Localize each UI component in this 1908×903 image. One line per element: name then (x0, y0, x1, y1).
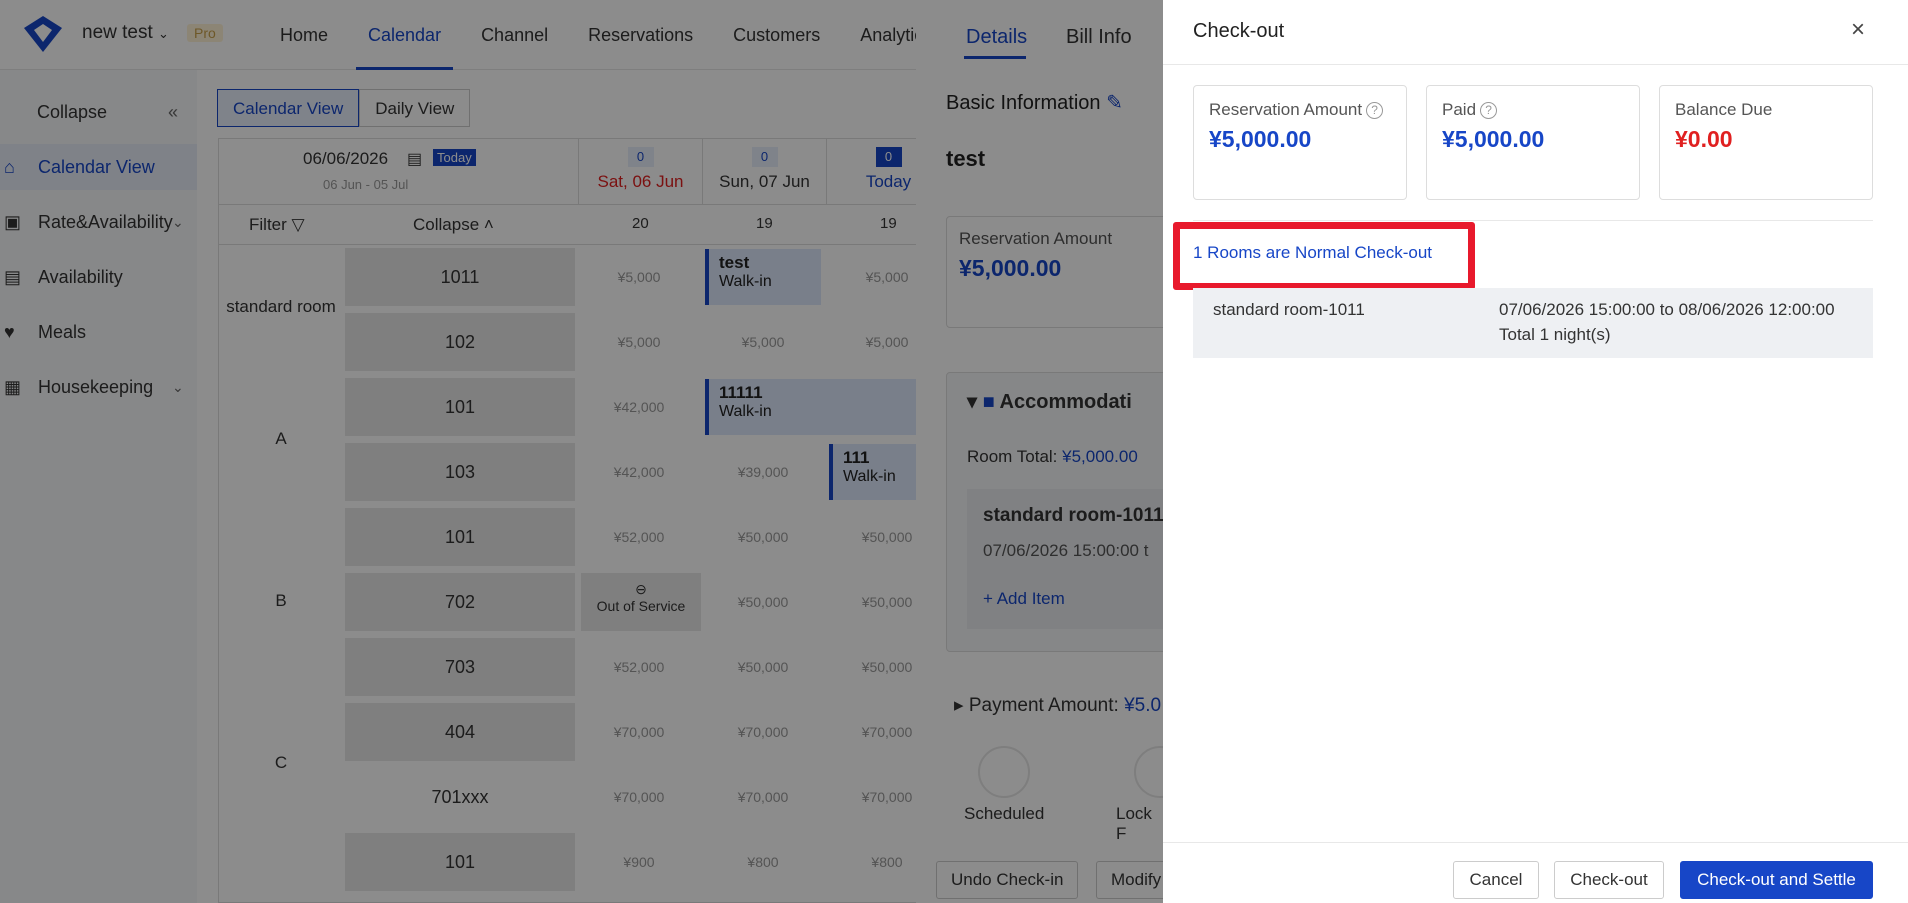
checkout-button[interactable]: Check-out (1554, 861, 1664, 899)
normal-checkout-link[interactable]: 1 Rooms are Normal Check-out (1193, 243, 1432, 263)
checkout-room-row: standard room-1011 07/06/2026 15:00:00 t… (1193, 288, 1873, 358)
divider (1163, 842, 1908, 843)
room-nights: Total 1 night(s) (1499, 325, 1611, 344)
help-icon[interactable]: ? (1366, 102, 1384, 119)
checkout-and-settle-button[interactable]: Check-out and Settle (1680, 861, 1873, 899)
card-value: ¥5,000.00 (1442, 126, 1545, 152)
divider (1193, 220, 1873, 221)
card-label: Balance Due (1675, 100, 1773, 119)
close-icon[interactable]: × (1851, 16, 1865, 44)
reservation-amount-card: Reservation Amount? ¥5,000.00 (1193, 85, 1407, 200)
divider (1163, 64, 1908, 65)
card-value: ¥0.00 (1675, 126, 1733, 152)
card-label: Reservation Amount (1209, 100, 1363, 119)
help-icon[interactable]: ? (1480, 102, 1498, 119)
balance-due-card: Balance Due ¥0.00 (1659, 85, 1873, 200)
card-label: Paid (1442, 100, 1477, 119)
room-dates: 07/06/2026 15:00:00 to 08/06/2026 12:00:… (1499, 300, 1835, 319)
paid-card: Paid? ¥5,000.00 (1426, 85, 1640, 200)
card-value: ¥5,000.00 (1209, 126, 1312, 152)
cancel-button[interactable]: Cancel (1453, 861, 1539, 899)
room-name: standard room-1011 (1213, 300, 1365, 319)
checkout-modal: Check-out × Reservation Amount? ¥5,000.0… (1163, 0, 1908, 903)
modal-title: Check-out (1193, 20, 1285, 42)
